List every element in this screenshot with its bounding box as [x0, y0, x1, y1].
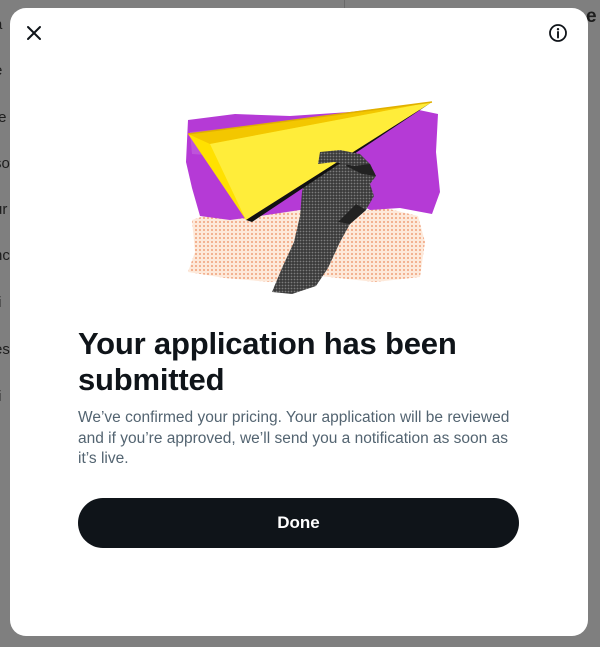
background-menu-item: so	[0, 155, 10, 172]
background-menu-item: ur	[0, 201, 8, 218]
background-divider	[344, 0, 345, 8]
dialog-title: Your application has been submitted	[78, 326, 457, 397]
info-icon	[549, 24, 567, 42]
done-button[interactable]: Done	[78, 498, 519, 548]
background-menu-item: es	[0, 341, 10, 358]
background-menu-item: a	[0, 16, 2, 33]
dialog-description: We’ve confirmed your pricing. Your appli…	[78, 409, 510, 467]
application-submitted-dialog: Your application has been submitted We’v…	[10, 8, 588, 636]
background-menu-item: te	[0, 109, 7, 126]
info-button[interactable]	[541, 16, 575, 50]
background-header: e	[586, 0, 600, 30]
background-menu-item: nc	[0, 247, 10, 264]
close-button[interactable]	[17, 16, 51, 50]
paper-airplane-illustration	[186, 101, 440, 294]
background-menu-item: ti	[0, 388, 2, 405]
background-menu-item: e	[0, 62, 2, 79]
background-menu-item: fi	[0, 294, 2, 311]
close-icon	[27, 26, 41, 40]
